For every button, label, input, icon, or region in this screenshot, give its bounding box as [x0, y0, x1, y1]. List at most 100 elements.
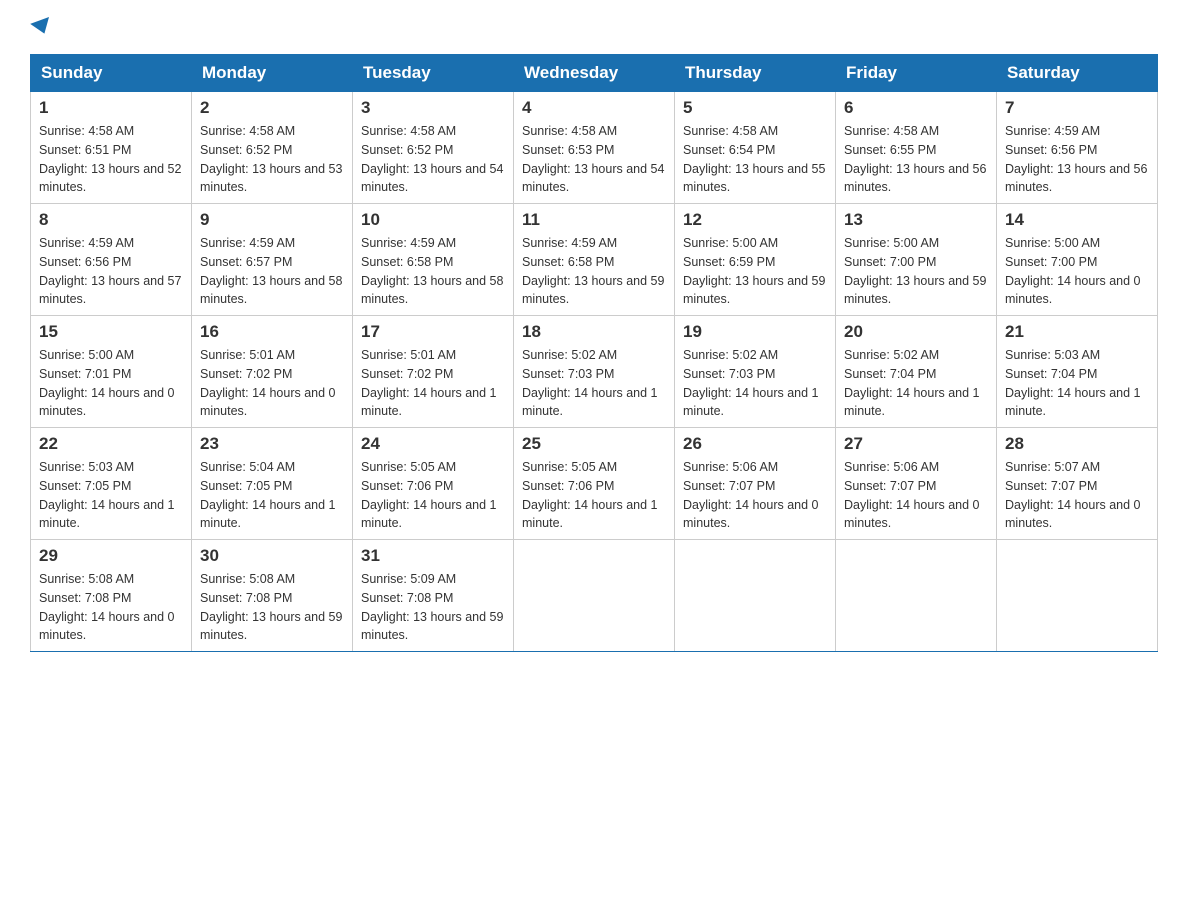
day-info: Sunrise: 5:08 AMSunset: 7:08 PMDaylight:…: [39, 572, 175, 642]
calendar-cell: 29 Sunrise: 5:08 AMSunset: 7:08 PMDaylig…: [31, 540, 192, 652]
day-number: 24: [361, 434, 505, 454]
calendar-cell: 8 Sunrise: 4:59 AMSunset: 6:56 PMDayligh…: [31, 204, 192, 316]
calendar-cell: 10 Sunrise: 4:59 AMSunset: 6:58 PMDaylig…: [353, 204, 514, 316]
calendar-cell: 17 Sunrise: 5:01 AMSunset: 7:02 PMDaylig…: [353, 316, 514, 428]
day-info: Sunrise: 5:03 AMSunset: 7:05 PMDaylight:…: [39, 460, 175, 530]
day-info: Sunrise: 5:01 AMSunset: 7:02 PMDaylight:…: [361, 348, 497, 418]
day-number: 10: [361, 210, 505, 230]
day-number: 22: [39, 434, 183, 454]
calendar-cell: 13 Sunrise: 5:00 AMSunset: 7:00 PMDaylig…: [836, 204, 997, 316]
day-number: 5: [683, 98, 827, 118]
day-info: Sunrise: 5:05 AMSunset: 7:06 PMDaylight:…: [522, 460, 658, 530]
calendar-cell: [675, 540, 836, 652]
day-info: Sunrise: 4:59 AMSunset: 6:57 PMDaylight:…: [200, 236, 342, 306]
calendar-cell: 31 Sunrise: 5:09 AMSunset: 7:08 PMDaylig…: [353, 540, 514, 652]
day-number: 3: [361, 98, 505, 118]
calendar-cell: 28 Sunrise: 5:07 AMSunset: 7:07 PMDaylig…: [997, 428, 1158, 540]
day-info: Sunrise: 5:06 AMSunset: 7:07 PMDaylight:…: [683, 460, 819, 530]
day-info: Sunrise: 4:58 AMSunset: 6:51 PMDaylight:…: [39, 124, 181, 194]
day-info: Sunrise: 4:58 AMSunset: 6:54 PMDaylight:…: [683, 124, 825, 194]
calendar-cell: [514, 540, 675, 652]
calendar-cell: 25 Sunrise: 5:05 AMSunset: 7:06 PMDaylig…: [514, 428, 675, 540]
day-number: 25: [522, 434, 666, 454]
day-number: 19: [683, 322, 827, 342]
day-info: Sunrise: 5:00 AMSunset: 7:00 PMDaylight:…: [844, 236, 986, 306]
day-number: 4: [522, 98, 666, 118]
day-info: Sunrise: 4:59 AMSunset: 6:58 PMDaylight:…: [361, 236, 503, 306]
header-monday: Monday: [192, 55, 353, 92]
week-row-2: 8 Sunrise: 4:59 AMSunset: 6:56 PMDayligh…: [31, 204, 1158, 316]
calendar-cell: 15 Sunrise: 5:00 AMSunset: 7:01 PMDaylig…: [31, 316, 192, 428]
calendar-cell: 6 Sunrise: 4:58 AMSunset: 6:55 PMDayligh…: [836, 92, 997, 204]
day-info: Sunrise: 5:02 AMSunset: 7:04 PMDaylight:…: [844, 348, 980, 418]
day-info: Sunrise: 5:00 AMSunset: 7:00 PMDaylight:…: [1005, 236, 1141, 306]
day-info: Sunrise: 5:01 AMSunset: 7:02 PMDaylight:…: [200, 348, 336, 418]
day-info: Sunrise: 4:58 AMSunset: 6:52 PMDaylight:…: [361, 124, 503, 194]
day-info: Sunrise: 5:06 AMSunset: 7:07 PMDaylight:…: [844, 460, 980, 530]
day-info: Sunrise: 4:58 AMSunset: 6:53 PMDaylight:…: [522, 124, 664, 194]
calendar-cell: 4 Sunrise: 4:58 AMSunset: 6:53 PMDayligh…: [514, 92, 675, 204]
day-number: 8: [39, 210, 183, 230]
logo-triangle-icon: [30, 17, 54, 37]
header-wednesday: Wednesday: [514, 55, 675, 92]
calendar-cell: 11 Sunrise: 4:59 AMSunset: 6:58 PMDaylig…: [514, 204, 675, 316]
day-number: 16: [200, 322, 344, 342]
day-number: 23: [200, 434, 344, 454]
day-info: Sunrise: 4:59 AMSunset: 6:56 PMDaylight:…: [39, 236, 181, 306]
day-number: 15: [39, 322, 183, 342]
calendar-cell: 20 Sunrise: 5:02 AMSunset: 7:04 PMDaylig…: [836, 316, 997, 428]
day-info: Sunrise: 4:59 AMSunset: 6:56 PMDaylight:…: [1005, 124, 1147, 194]
day-number: 7: [1005, 98, 1149, 118]
day-info: Sunrise: 4:59 AMSunset: 6:58 PMDaylight:…: [522, 236, 664, 306]
day-number: 30: [200, 546, 344, 566]
calendar-cell: 30 Sunrise: 5:08 AMSunset: 7:08 PMDaylig…: [192, 540, 353, 652]
day-info: Sunrise: 5:02 AMSunset: 7:03 PMDaylight:…: [683, 348, 819, 418]
header-saturday: Saturday: [997, 55, 1158, 92]
calendar-cell: 23 Sunrise: 5:04 AMSunset: 7:05 PMDaylig…: [192, 428, 353, 540]
day-info: Sunrise: 5:09 AMSunset: 7:08 PMDaylight:…: [361, 572, 503, 642]
day-info: Sunrise: 5:05 AMSunset: 7:06 PMDaylight:…: [361, 460, 497, 530]
calendar-cell: 26 Sunrise: 5:06 AMSunset: 7:07 PMDaylig…: [675, 428, 836, 540]
calendar-cell: 14 Sunrise: 5:00 AMSunset: 7:00 PMDaylig…: [997, 204, 1158, 316]
day-info: Sunrise: 4:58 AMSunset: 6:55 PMDaylight:…: [844, 124, 986, 194]
calendar-cell: 22 Sunrise: 5:03 AMSunset: 7:05 PMDaylig…: [31, 428, 192, 540]
calendar-cell: 3 Sunrise: 4:58 AMSunset: 6:52 PMDayligh…: [353, 92, 514, 204]
week-row-5: 29 Sunrise: 5:08 AMSunset: 7:08 PMDaylig…: [31, 540, 1158, 652]
day-number: 6: [844, 98, 988, 118]
day-number: 12: [683, 210, 827, 230]
day-info: Sunrise: 5:04 AMSunset: 7:05 PMDaylight:…: [200, 460, 336, 530]
day-info: Sunrise: 5:02 AMSunset: 7:03 PMDaylight:…: [522, 348, 658, 418]
calendar-table: SundayMondayTuesdayWednesdayThursdayFrid…: [30, 54, 1158, 652]
day-number: 2: [200, 98, 344, 118]
logo: [30, 20, 52, 34]
week-row-3: 15 Sunrise: 5:00 AMSunset: 7:01 PMDaylig…: [31, 316, 1158, 428]
calendar-cell: 27 Sunrise: 5:06 AMSunset: 7:07 PMDaylig…: [836, 428, 997, 540]
day-number: 9: [200, 210, 344, 230]
day-number: 1: [39, 98, 183, 118]
day-info: Sunrise: 5:00 AMSunset: 6:59 PMDaylight:…: [683, 236, 825, 306]
week-row-4: 22 Sunrise: 5:03 AMSunset: 7:05 PMDaylig…: [31, 428, 1158, 540]
day-number: 20: [844, 322, 988, 342]
day-number: 17: [361, 322, 505, 342]
day-number: 18: [522, 322, 666, 342]
day-number: 27: [844, 434, 988, 454]
calendar-cell: 2 Sunrise: 4:58 AMSunset: 6:52 PMDayligh…: [192, 92, 353, 204]
header-sunday: Sunday: [31, 55, 192, 92]
day-info: Sunrise: 5:00 AMSunset: 7:01 PMDaylight:…: [39, 348, 175, 418]
day-number: 11: [522, 210, 666, 230]
header-thursday: Thursday: [675, 55, 836, 92]
day-number: 28: [1005, 434, 1149, 454]
calendar-cell: 18 Sunrise: 5:02 AMSunset: 7:03 PMDaylig…: [514, 316, 675, 428]
page-header: [30, 20, 1158, 34]
day-number: 31: [361, 546, 505, 566]
calendar-cell: 19 Sunrise: 5:02 AMSunset: 7:03 PMDaylig…: [675, 316, 836, 428]
calendar-cell: 24 Sunrise: 5:05 AMSunset: 7:06 PMDaylig…: [353, 428, 514, 540]
calendar-header-row: SundayMondayTuesdayWednesdayThursdayFrid…: [31, 55, 1158, 92]
calendar-cell: [997, 540, 1158, 652]
day-number: 29: [39, 546, 183, 566]
day-number: 14: [1005, 210, 1149, 230]
calendar-cell: 5 Sunrise: 4:58 AMSunset: 6:54 PMDayligh…: [675, 92, 836, 204]
day-number: 26: [683, 434, 827, 454]
calendar-cell: [836, 540, 997, 652]
day-info: Sunrise: 5:08 AMSunset: 7:08 PMDaylight:…: [200, 572, 342, 642]
